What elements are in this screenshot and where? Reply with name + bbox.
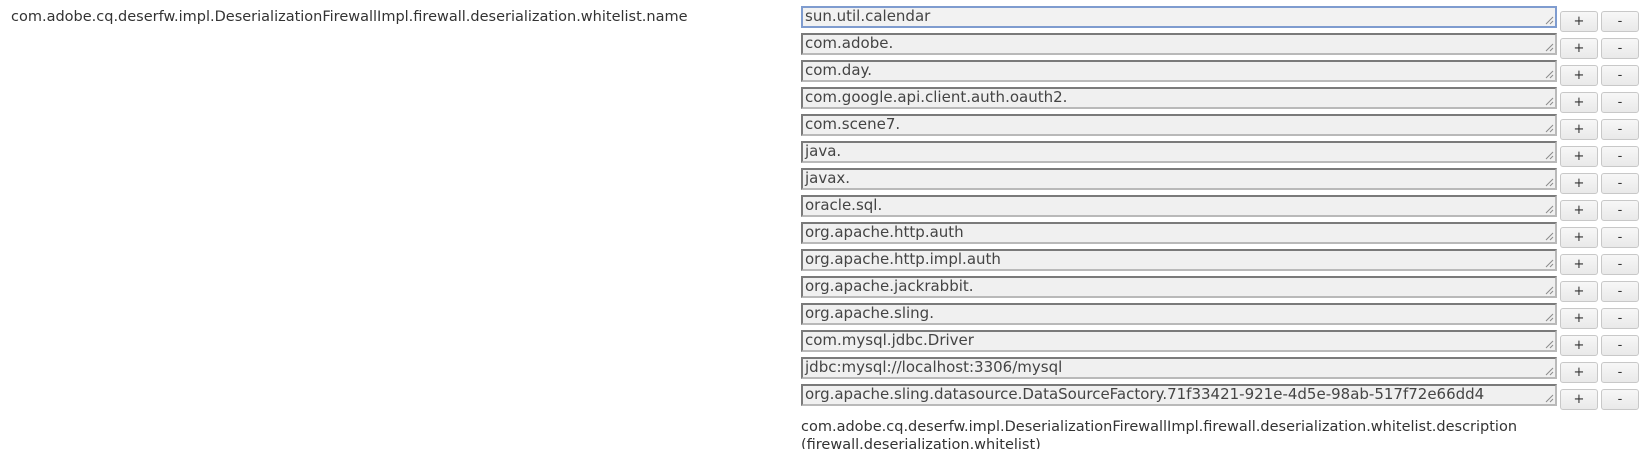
remove-value-button[interactable]: - xyxy=(1601,173,1639,194)
value-field[interactable]: com.day. xyxy=(801,60,1557,82)
remove-value-button[interactable]: - xyxy=(1601,254,1639,275)
add-value-button[interactable]: + xyxy=(1560,389,1598,410)
resize-grip-icon[interactable] xyxy=(1544,312,1554,322)
remove-value-button[interactable]: - xyxy=(1601,281,1639,302)
value-row: com.adobe. + - xyxy=(801,33,1641,60)
resize-grip-icon[interactable] xyxy=(1544,339,1554,349)
value-field[interactable]: org.apache.sling. xyxy=(801,303,1557,325)
add-value-button[interactable]: + xyxy=(1560,227,1598,248)
value-field[interactable]: org.apache.http.impl.auth xyxy=(801,249,1557,271)
resize-grip-icon[interactable] xyxy=(1544,42,1554,52)
add-value-button[interactable]: + xyxy=(1560,335,1598,356)
resize-grip-icon[interactable] xyxy=(1544,123,1554,133)
remove-value-button[interactable]: - xyxy=(1601,38,1639,59)
add-value-button[interactable]: + xyxy=(1560,173,1598,194)
resize-grip-icon[interactable] xyxy=(1544,150,1554,160)
add-value-button[interactable]: + xyxy=(1560,254,1598,275)
remove-value-button[interactable]: - xyxy=(1601,362,1639,383)
remove-value-button[interactable]: - xyxy=(1601,146,1639,167)
value-row: com.day. + - xyxy=(801,60,1641,87)
value-row: oracle.sql. + - xyxy=(801,195,1641,222)
remove-value-button[interactable]: - xyxy=(1601,11,1639,32)
add-value-button[interactable]: + xyxy=(1560,308,1598,329)
description-text: com.adobe.cq.deserfw.impl.Deserializatio… xyxy=(801,419,1518,435)
value-row: sun.util.calendar + - xyxy=(801,6,1641,33)
add-value-button[interactable]: + xyxy=(1560,362,1598,383)
resize-grip-icon[interactable] xyxy=(1544,96,1554,106)
value-text: java. xyxy=(805,142,842,160)
value-field[interactable]: org.apache.jackrabbit. xyxy=(801,276,1557,298)
value-field[interactable]: javax. xyxy=(801,168,1557,190)
value-text: javax. xyxy=(805,169,851,187)
value-field[interactable]: org.apache.http.auth xyxy=(801,222,1557,244)
resize-grip-icon[interactable] xyxy=(1544,15,1554,25)
value-row: org.apache.sling. + - xyxy=(801,303,1641,330)
value-field[interactable]: jdbc:mysql://localhost:3306/mysql xyxy=(801,357,1557,379)
value-text: com.day. xyxy=(805,61,873,79)
value-text: oracle.sql. xyxy=(805,196,883,214)
resize-grip-icon[interactable] xyxy=(1544,393,1554,403)
resize-grip-icon[interactable] xyxy=(1544,258,1554,268)
value-field[interactable]: com.mysql.jdbc.Driver xyxy=(801,330,1557,352)
add-value-button[interactable]: + xyxy=(1560,38,1598,59)
value-row: jdbc:mysql://localhost:3306/mysql + - xyxy=(801,357,1641,384)
property-name-label: com.adobe.cq.deserfw.impl.Deserializatio… xyxy=(11,9,688,25)
description-property-id: (firewall.deserialization.whitelist) xyxy=(801,437,1041,449)
value-text: jdbc:mysql://localhost:3306/mysql xyxy=(805,358,1063,376)
value-row: com.mysql.jdbc.Driver + - xyxy=(801,330,1641,357)
value-field[interactable]: com.google.api.client.auth.oauth2. xyxy=(801,87,1557,109)
remove-value-button[interactable]: - xyxy=(1601,65,1639,86)
property-description: com.adobe.cq.deserfw.impl.Deserializatio… xyxy=(801,418,1517,449)
value-text: org.apache.jackrabbit. xyxy=(805,277,974,295)
value-row: com.google.api.client.auth.oauth2. + - xyxy=(801,87,1641,114)
add-value-button[interactable]: + xyxy=(1560,65,1598,86)
value-text: com.google.api.client.auth.oauth2. xyxy=(805,88,1068,106)
remove-value-button[interactable]: - xyxy=(1601,227,1639,248)
value-row: java. + - xyxy=(801,141,1641,168)
add-value-button[interactable]: + xyxy=(1560,11,1598,32)
resize-grip-icon[interactable] xyxy=(1544,231,1554,241)
add-value-button[interactable]: + xyxy=(1560,92,1598,113)
resize-grip-icon[interactable] xyxy=(1544,204,1554,214)
value-text: com.adobe. xyxy=(805,34,894,52)
value-row: org.apache.jackrabbit. + - xyxy=(801,276,1641,303)
add-value-button[interactable]: + xyxy=(1560,119,1598,140)
remove-value-button[interactable]: - xyxy=(1601,335,1639,356)
resize-grip-icon[interactable] xyxy=(1544,177,1554,187)
value-text: sun.util.calendar xyxy=(805,7,931,25)
add-value-button[interactable]: + xyxy=(1560,200,1598,221)
remove-value-button[interactable]: - xyxy=(1601,119,1639,140)
value-row: org.apache.http.auth + - xyxy=(801,222,1641,249)
resize-grip-icon[interactable] xyxy=(1544,366,1554,376)
value-text: org.apache.http.auth xyxy=(805,223,964,241)
value-text: org.apache.http.impl.auth xyxy=(805,250,1001,268)
whitelist-values: sun.util.calendar + - com.adobe. + - com… xyxy=(801,6,1641,411)
value-field[interactable]: com.scene7. xyxy=(801,114,1557,136)
value-field[interactable]: java. xyxy=(801,141,1557,163)
value-field[interactable]: oracle.sql. xyxy=(801,195,1557,217)
value-row: javax. + - xyxy=(801,168,1641,195)
remove-value-button[interactable]: - xyxy=(1601,389,1639,410)
value-text: com.mysql.jdbc.Driver xyxy=(805,331,974,349)
value-field[interactable]: org.apache.sling.datasource.DataSourceFa… xyxy=(801,384,1557,406)
add-value-button[interactable]: + xyxy=(1560,146,1598,167)
add-value-button[interactable]: + xyxy=(1560,281,1598,302)
resize-grip-icon[interactable] xyxy=(1544,285,1554,295)
remove-value-button[interactable]: - xyxy=(1601,92,1639,113)
value-text: org.apache.sling.datasource.DataSourceFa… xyxy=(805,385,1485,403)
value-row: org.apache.sling.datasource.DataSourceFa… xyxy=(801,384,1641,411)
remove-value-button[interactable]: - xyxy=(1601,308,1639,329)
value-text: org.apache.sling. xyxy=(805,304,934,322)
value-row: com.scene7. + - xyxy=(801,114,1641,141)
value-row: org.apache.http.impl.auth + - xyxy=(801,249,1641,276)
value-text: com.scene7. xyxy=(805,115,901,133)
remove-value-button[interactable]: - xyxy=(1601,200,1639,221)
resize-grip-icon[interactable] xyxy=(1544,69,1554,79)
value-field[interactable]: com.adobe. xyxy=(801,33,1557,55)
value-field[interactable]: sun.util.calendar xyxy=(801,6,1557,28)
